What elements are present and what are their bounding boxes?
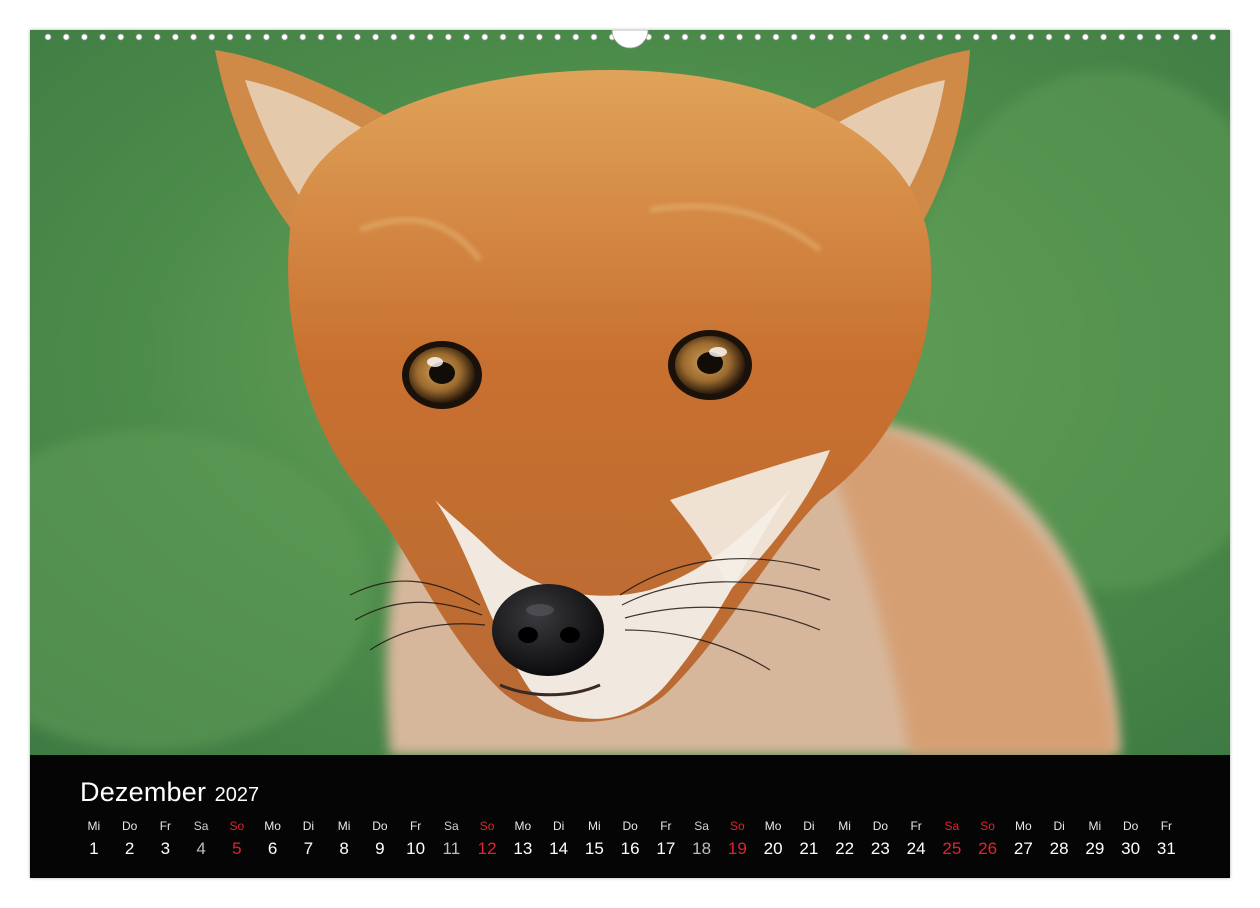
weekday-label: Fr: [1160, 819, 1173, 833]
weekday-label: So: [980, 819, 995, 833]
day-number: 27: [1013, 839, 1033, 858]
weekday-label: Do: [872, 819, 889, 833]
weekday-label: Do: [622, 819, 638, 833]
day-number: 1: [89, 839, 99, 858]
day-grid: Mi 1 Do 2 Fr 3 Sa 4 So 5 Mo 6 Di 7 Mi 8 Do 9 Fr 10 Sa 11 So 12 M…: [76, 817, 1184, 863]
day-number: 25: [942, 839, 962, 858]
day-number: 12: [477, 839, 497, 858]
weekday-label: Mi: [1088, 819, 1102, 833]
month-name: Dezember: [80, 777, 207, 807]
day-number: 29: [1085, 839, 1105, 858]
day-number: 11: [442, 839, 461, 858]
weekday-label: So: [479, 819, 495, 833]
weekday-label: Sa: [444, 819, 459, 833]
year: 2027: [214, 784, 260, 806]
day-number: 20: [763, 839, 783, 858]
day-number: 15: [584, 839, 604, 858]
weekday-label: Sa: [944, 819, 960, 833]
weekday-label: Do: [121, 819, 138, 833]
weekday-label: Do: [1122, 819, 1139, 833]
day-number: 18: [692, 839, 712, 858]
weekday-label: Mo: [514, 819, 532, 833]
weekday-label: Sa: [694, 819, 709, 833]
day-number: 30: [1121, 839, 1141, 858]
weekday-label: Di: [1053, 819, 1065, 833]
day-number: 8: [339, 839, 349, 858]
calendar-strip: Dezember 2027 Mi 1 Do 2 Fr 3 Sa 4 So 5 Mo 6 Di 7 Mi 8 Do…: [30, 755, 1230, 878]
weekday-label: Di: [803, 819, 815, 833]
day-number: 24: [906, 839, 926, 858]
day-number: 13: [513, 839, 533, 858]
weekday-label: So: [730, 819, 745, 833]
weekday-label: Sa: [193, 819, 209, 833]
weekday-label: Di: [552, 819, 565, 833]
day-number: 9: [375, 839, 385, 858]
day-number: 26: [978, 839, 998, 858]
weekday-label: Mo: [1015, 819, 1032, 833]
day-number: 23: [870, 839, 890, 858]
day-number: 4: [196, 839, 206, 858]
weekday-label: Mo: [264, 819, 281, 833]
weekday-label: Di: [302, 819, 315, 833]
day-number: 16: [620, 839, 640, 858]
fox-illustration: [30, 30, 1230, 755]
day-number: 28: [1049, 839, 1069, 858]
day-number: 14: [549, 839, 569, 858]
day-number: 22: [835, 839, 855, 858]
weekday-label: Mo: [764, 819, 782, 833]
month-title: Dezember 2027: [80, 777, 259, 808]
weekday-label: Mi: [87, 819, 101, 833]
weekday-label: Fr: [159, 819, 172, 833]
day-number: 10: [406, 839, 426, 858]
weekday-label: Fr: [910, 819, 922, 833]
weekday-label: Do: [372, 819, 388, 833]
weekday-label: Mi: [838, 819, 851, 833]
weekday-label: Mi: [337, 819, 351, 833]
weekday-label: Mi: [588, 819, 601, 833]
day-number: 21: [799, 839, 819, 858]
day-number: 3: [160, 839, 171, 858]
weekday-label: Fr: [409, 819, 422, 833]
fox-photo: [30, 30, 1230, 755]
day-number: 17: [656, 839, 676, 858]
day-number: 2: [124, 839, 135, 858]
day-number: 7: [303, 839, 314, 858]
weekday-label: So: [229, 819, 245, 833]
weekday-label: Fr: [660, 819, 672, 833]
day-number: 5: [232, 839, 242, 858]
day-number: 6: [267, 839, 278, 858]
day-number: 19: [727, 839, 747, 858]
day-number: 31: [1156, 839, 1176, 858]
calendar-page: Dezember 2027 Mi 1 Do 2 Fr 3 Sa 4 So 5 Mo 6 Di 7 Mi 8 Do…: [30, 30, 1230, 878]
